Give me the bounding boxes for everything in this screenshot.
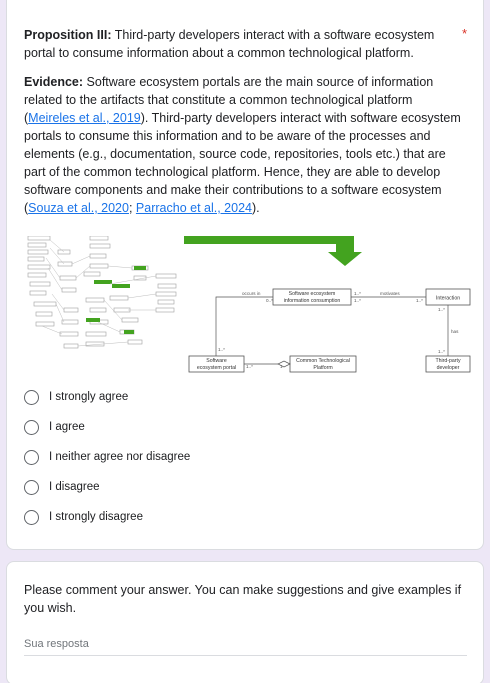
- label-interaction: Interaction: [436, 296, 460, 302]
- option-label: I strongly disagree: [49, 511, 143, 523]
- option-label: I neither agree nor disagree: [49, 451, 191, 463]
- mult-5: 1..*: [438, 349, 445, 354]
- evidence-text-3: ;: [128, 201, 133, 215]
- label-info-2: information consumption: [284, 298, 341, 304]
- radio-icon[interactable]: [24, 389, 39, 405]
- answer-input[interactable]: Sua resposta: [24, 638, 467, 656]
- label-platform-1: Common Technological: [296, 358, 350, 364]
- label-portal-2: ecosystem portal: [197, 365, 236, 371]
- label-dev-1: Third-party: [435, 358, 460, 364]
- question-title: Proposition III: Third-party developers …: [24, 26, 464, 62]
- option-disagree[interactable]: I disagree: [24, 477, 100, 497]
- figure-svg: Software ecosystem information consumpti…: [27, 235, 471, 373]
- evidence-paragraph: Evidence: Software ecosystem portals are…: [24, 73, 464, 217]
- label-dev-2: developer: [437, 365, 460, 371]
- ref-link-souza[interactable]: Souza et al., 2020: [28, 201, 129, 215]
- ref-link-meireles[interactable]: Meireles et al., 2019: [28, 111, 141, 125]
- mult-1b: 1..*: [354, 298, 361, 303]
- option-label: I disagree: [49, 481, 100, 493]
- ref-link-parracho[interactable]: Parracho et al., 2024: [136, 201, 252, 215]
- option-strongly-agree[interactable]: I strongly agree: [24, 387, 128, 407]
- mult-6: 1: [280, 364, 283, 369]
- mult-2: 1..*: [416, 298, 423, 303]
- evidence-label: Evidence:: [24, 75, 84, 89]
- evidence-text-2: ). Third-party developers interact with …: [24, 111, 461, 215]
- option-agree[interactable]: I agree: [24, 417, 85, 437]
- model-thumbnail: [27, 235, 177, 349]
- edge-label-motivates: motivates: [380, 291, 400, 296]
- radio-icon[interactable]: [24, 449, 39, 465]
- option-label: I strongly agree: [49, 391, 129, 403]
- evidence-text-4: ).: [251, 201, 260, 215]
- mult-4: 1..*: [438, 307, 445, 312]
- mult-3: 1..*: [218, 347, 225, 352]
- option-label: I agree: [49, 421, 85, 433]
- label-info-1: Software ecosystem: [289, 291, 336, 297]
- edge-label-occurs: occurs in: [242, 291, 261, 296]
- comment-card: Please comment your answer. You can make…: [6, 561, 484, 683]
- mult-1: 1..*: [354, 291, 361, 296]
- ontology-figure: Software ecosystem information consumpti…: [24, 235, 474, 376]
- radio-icon[interactable]: [24, 509, 39, 525]
- required-asterisk: *: [461, 26, 467, 41]
- radio-icon[interactable]: [24, 419, 39, 435]
- radio-icon[interactable]: [24, 479, 39, 495]
- label-portal-1: Software: [206, 358, 227, 364]
- mult-7: 1..*: [246, 364, 253, 369]
- option-neutral[interactable]: I neither agree nor disagree: [24, 447, 190, 467]
- title-bold: Proposition III:: [24, 28, 112, 42]
- label-platform-2: Platform: [313, 365, 332, 371]
- mult-0: 0..*: [266, 298, 273, 303]
- comment-prompt: Please comment your answer. You can make…: [24, 583, 462, 615]
- question-card: Proposition III: Third-party developers …: [6, 0, 484, 550]
- edge-label-has: has: [451, 329, 459, 334]
- green-arrow-icon: [184, 235, 362, 266]
- option-strongly-disagree[interactable]: I strongly disagree: [24, 507, 143, 527]
